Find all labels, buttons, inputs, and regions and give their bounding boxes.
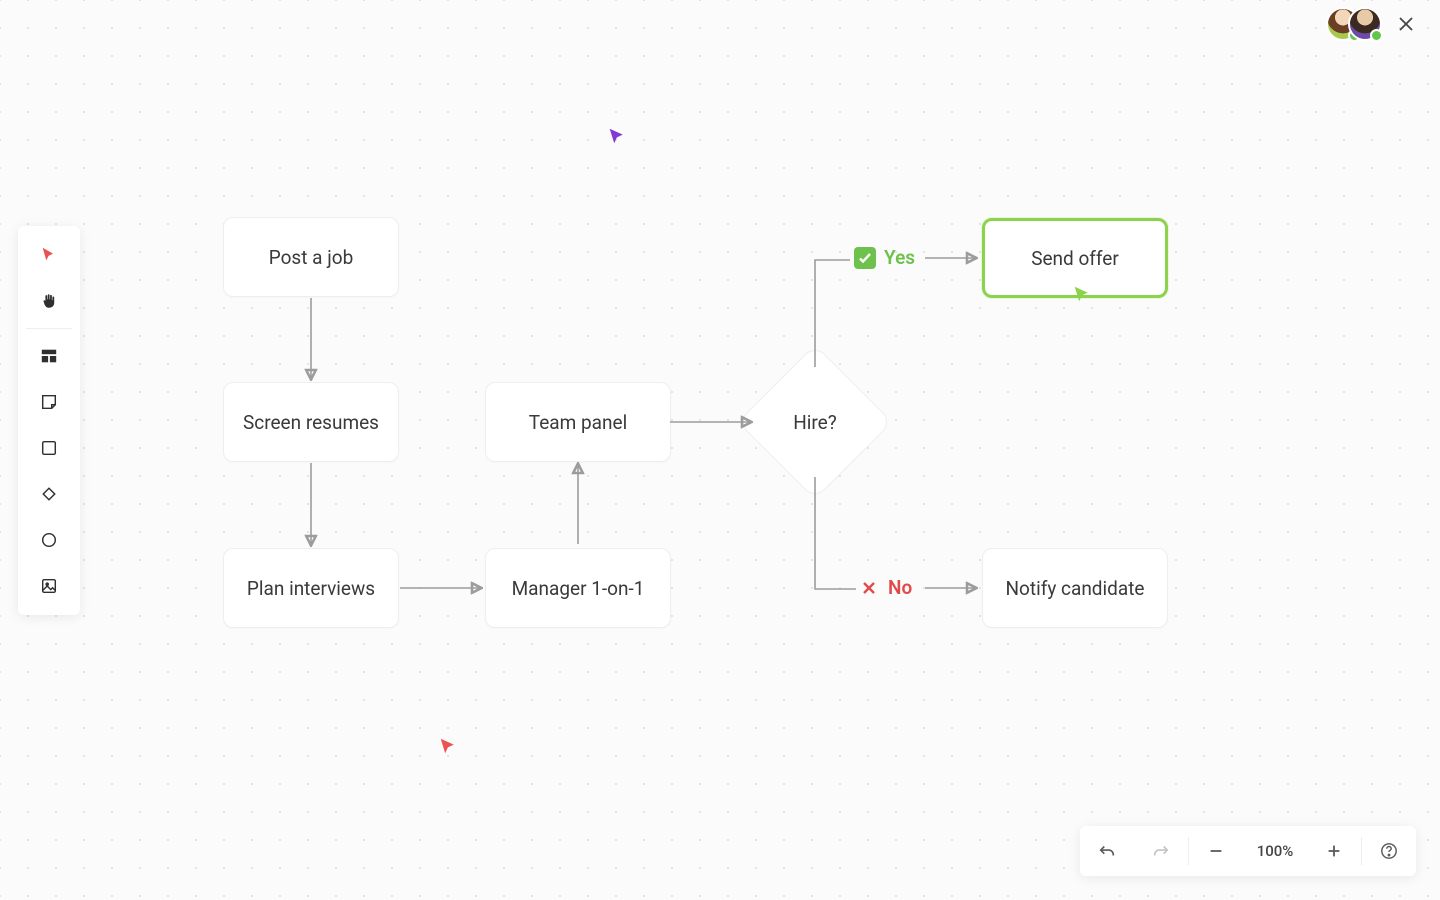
template-tool[interactable] xyxy=(18,333,80,379)
help-icon xyxy=(1380,842,1398,860)
redo-button[interactable] xyxy=(1134,826,1188,876)
tool-palette xyxy=(18,226,80,615)
whiteboard-canvas[interactable]: Post a job Screen resumes Plan interview… xyxy=(0,0,1440,900)
node-label: Post a job xyxy=(269,246,354,269)
node-screen-resumes[interactable]: Screen resumes xyxy=(223,382,399,462)
pointer-tool[interactable] xyxy=(18,232,80,278)
node-manager-1on1[interactable]: Manager 1-on-1 xyxy=(485,548,671,628)
remote-cursor xyxy=(438,737,456,755)
node-label: Manager 1-on-1 xyxy=(512,577,645,600)
rectangle-tool[interactable] xyxy=(18,425,80,471)
x-icon xyxy=(858,577,880,599)
diamond-tool[interactable] xyxy=(18,471,80,517)
branch-label: Yes xyxy=(884,246,915,269)
sticky-note-tool[interactable] xyxy=(18,379,80,425)
connectors xyxy=(0,0,1440,900)
cursor-icon xyxy=(1072,285,1090,303)
collaborator-avatars xyxy=(1328,9,1380,39)
remote-cursor xyxy=(607,127,625,145)
node-label: Screen resumes xyxy=(243,411,379,434)
zoom-in-button[interactable] xyxy=(1307,826,1361,876)
zoom-controls: 100% xyxy=(1080,826,1416,876)
hand-icon xyxy=(40,292,58,310)
pointer-icon xyxy=(40,246,58,264)
node-label: Plan interviews xyxy=(247,577,375,600)
node-label: Team panel xyxy=(529,411,627,434)
node-notify-candidate[interactable]: Notify candidate xyxy=(982,548,1168,628)
circle-tool[interactable] xyxy=(18,517,80,563)
diamond-icon xyxy=(40,485,58,503)
check-icon xyxy=(854,247,876,269)
cursor-icon xyxy=(438,737,456,755)
avatar[interactable] xyxy=(1350,9,1380,39)
branch-label: No xyxy=(888,576,912,599)
close-button[interactable] xyxy=(1398,16,1414,32)
zoom-level[interactable]: 100% xyxy=(1243,842,1307,860)
square-icon xyxy=(40,439,58,457)
help-button[interactable] xyxy=(1362,826,1416,876)
node-label: Send offer xyxy=(1031,247,1119,270)
presence-dot-icon xyxy=(1372,31,1381,40)
zoom-out-button[interactable] xyxy=(1189,826,1243,876)
node-label: Hire? xyxy=(793,411,837,434)
undo-button[interactable] xyxy=(1080,826,1134,876)
redo-icon xyxy=(1152,842,1170,860)
undo-icon xyxy=(1098,842,1116,860)
pan-tool[interactable] xyxy=(18,278,80,324)
node-label: Notify candidate xyxy=(1006,577,1145,600)
cursor-icon xyxy=(607,127,625,145)
plus-icon xyxy=(1325,842,1343,860)
node-post-job[interactable]: Post a job xyxy=(223,217,399,297)
branch-yes[interactable]: Yes xyxy=(854,246,915,269)
image-icon xyxy=(40,577,58,595)
sticky-note-icon xyxy=(40,393,58,411)
image-tool[interactable] xyxy=(18,563,80,609)
remote-cursor xyxy=(1072,285,1090,303)
node-hire-decision[interactable]: Hire? xyxy=(760,367,870,477)
circle-icon xyxy=(40,531,58,549)
close-icon xyxy=(1398,16,1414,32)
minus-icon xyxy=(1207,842,1225,860)
toolbar-separator xyxy=(26,328,72,329)
node-plan-interviews[interactable]: Plan interviews xyxy=(223,548,399,628)
branch-no[interactable]: No xyxy=(858,576,912,599)
template-icon xyxy=(40,347,58,365)
node-team-panel[interactable]: Team panel xyxy=(485,382,671,462)
